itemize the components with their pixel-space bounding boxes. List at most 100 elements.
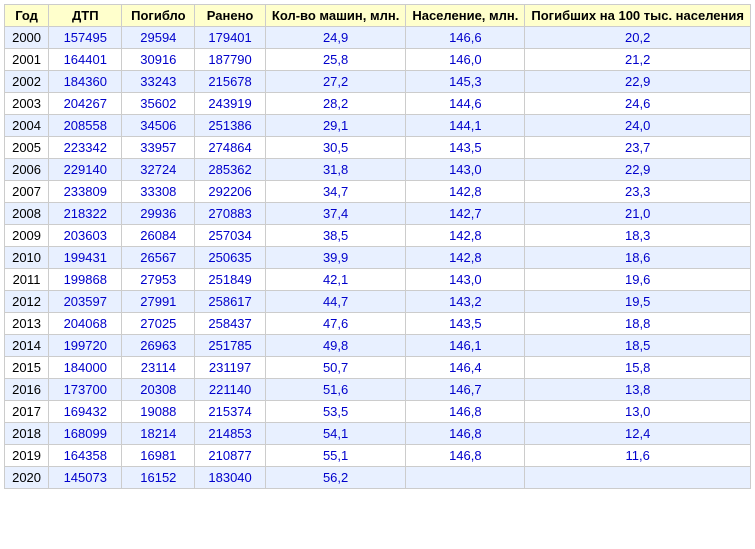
cell-died: 35602 xyxy=(122,93,195,115)
cell-year: 2000 xyxy=(5,27,49,49)
table-row: 20161737002030822114051,6146,713,8 xyxy=(5,379,751,401)
cell-dtp: 145073 xyxy=(49,467,122,489)
table-row: 20122035972799125861744,7143,219,5 xyxy=(5,291,751,313)
cell-population: 143,2 xyxy=(406,291,525,313)
cell-died: 26567 xyxy=(122,247,195,269)
cell-dtp: 218322 xyxy=(49,203,122,225)
cell-injured: 243919 xyxy=(195,93,266,115)
table-row: 20001574952959417940124,9146,620,2 xyxy=(5,27,751,49)
cell-population: 145,3 xyxy=(406,71,525,93)
header-dtp: ДТП xyxy=(49,5,122,27)
cell-cars: 24,9 xyxy=(265,27,405,49)
cell-died: 20308 xyxy=(122,379,195,401)
cell-cars: 27,2 xyxy=(265,71,405,93)
cell-rate: 13,0 xyxy=(525,401,751,423)
cell-population: 143,5 xyxy=(406,313,525,335)
cell-year: 2004 xyxy=(5,115,49,137)
main-container: Год ДТП Погибло Ранено Кол-во машин, млн… xyxy=(0,0,755,493)
cell-died: 32724 xyxy=(122,159,195,181)
cell-injured: 179401 xyxy=(195,27,266,49)
cell-population: 146,0 xyxy=(406,49,525,71)
cell-population: 144,1 xyxy=(406,115,525,137)
cell-cars: 44,7 xyxy=(265,291,405,313)
cell-injured: 210877 xyxy=(195,445,266,467)
cell-population: 146,8 xyxy=(406,423,525,445)
cell-dtp: 204267 xyxy=(49,93,122,115)
table-row: 20151840002311423119750,7146,415,8 xyxy=(5,357,751,379)
cell-dtp: 173700 xyxy=(49,379,122,401)
cell-died: 29936 xyxy=(122,203,195,225)
cell-injured: 251849 xyxy=(195,269,266,291)
table-row: 20052233423395727486430,5143,523,7 xyxy=(5,137,751,159)
table-row: 20021843603324321567827,2145,322,9 xyxy=(5,71,751,93)
cell-injured: 215678 xyxy=(195,71,266,93)
header-injured: Ранено xyxy=(195,5,266,27)
cell-population: 146,1 xyxy=(406,335,525,357)
cell-injured: 251386 xyxy=(195,115,266,137)
cell-injured: 251785 xyxy=(195,335,266,357)
cell-injured: 250635 xyxy=(195,247,266,269)
cell-cars: 30,5 xyxy=(265,137,405,159)
cell-died: 29594 xyxy=(122,27,195,49)
cell-population xyxy=(406,467,525,489)
cell-injured: 285362 xyxy=(195,159,266,181)
table-row: 20062291403272428536231,8143,022,9 xyxy=(5,159,751,181)
cell-year: 2006 xyxy=(5,159,49,181)
cell-cars: 49,8 xyxy=(265,335,405,357)
header-row: Год ДТП Погибло Ранено Кол-во машин, млн… xyxy=(5,5,751,27)
cell-dtp: 157495 xyxy=(49,27,122,49)
table-row: 20101994312656725063539,9142,818,6 xyxy=(5,247,751,269)
table-row: 20191643581698121087755,1146,811,6 xyxy=(5,445,751,467)
cell-cars: 31,8 xyxy=(265,159,405,181)
cell-year: 2008 xyxy=(5,203,49,225)
cell-died: 33957 xyxy=(122,137,195,159)
cell-injured: 292206 xyxy=(195,181,266,203)
table-row: 20171694321908821537453,5146,813,0 xyxy=(5,401,751,423)
table-row: 20092036032608425703438,5142,818,3 xyxy=(5,225,751,247)
cell-dtp: 184000 xyxy=(49,357,122,379)
cell-dtp: 203597 xyxy=(49,291,122,313)
cell-year: 2015 xyxy=(5,357,49,379)
header-year: Год xyxy=(5,5,49,27)
cell-population: 143,5 xyxy=(406,137,525,159)
cell-rate: 12,4 xyxy=(525,423,751,445)
cell-injured: 258437 xyxy=(195,313,266,335)
cell-injured: 221140 xyxy=(195,379,266,401)
cell-injured: 274864 xyxy=(195,137,266,159)
cell-population: 144,6 xyxy=(406,93,525,115)
cell-injured: 214853 xyxy=(195,423,266,445)
cell-cars: 29,1 xyxy=(265,115,405,137)
cell-population: 142,8 xyxy=(406,225,525,247)
header-cars: Кол-во машин, млн. xyxy=(265,5,405,27)
cell-died: 30916 xyxy=(122,49,195,71)
cell-rate: 13,8 xyxy=(525,379,751,401)
cell-injured: 187790 xyxy=(195,49,266,71)
cell-rate: 20,2 xyxy=(525,27,751,49)
cell-dtp: 184360 xyxy=(49,71,122,93)
cell-injured: 258617 xyxy=(195,291,266,313)
cell-died: 27025 xyxy=(122,313,195,335)
cell-died: 26963 xyxy=(122,335,195,357)
cell-died: 18214 xyxy=(122,423,195,445)
cell-rate: 18,6 xyxy=(525,247,751,269)
cell-died: 19088 xyxy=(122,401,195,423)
cell-cars: 34,7 xyxy=(265,181,405,203)
cell-population: 146,4 xyxy=(406,357,525,379)
cell-year: 2003 xyxy=(5,93,49,115)
cell-year: 2002 xyxy=(5,71,49,93)
cell-cars: 50,7 xyxy=(265,357,405,379)
table-row: 20132040682702525843747,6143,518,8 xyxy=(5,313,751,335)
cell-cars: 25,8 xyxy=(265,49,405,71)
cell-died: 23114 xyxy=(122,357,195,379)
cell-died: 16981 xyxy=(122,445,195,467)
cell-year: 2010 xyxy=(5,247,49,269)
cell-cars: 38,5 xyxy=(265,225,405,247)
cell-cars: 47,6 xyxy=(265,313,405,335)
cell-year: 2013 xyxy=(5,313,49,335)
cell-rate: 23,7 xyxy=(525,137,751,159)
cell-rate: 19,6 xyxy=(525,269,751,291)
cell-year: 2012 xyxy=(5,291,49,313)
table-row: 20042085583450625138629,1144,124,0 xyxy=(5,115,751,137)
table-row: 20011644013091618779025,8146,021,2 xyxy=(5,49,751,71)
cell-dtp: 164358 xyxy=(49,445,122,467)
